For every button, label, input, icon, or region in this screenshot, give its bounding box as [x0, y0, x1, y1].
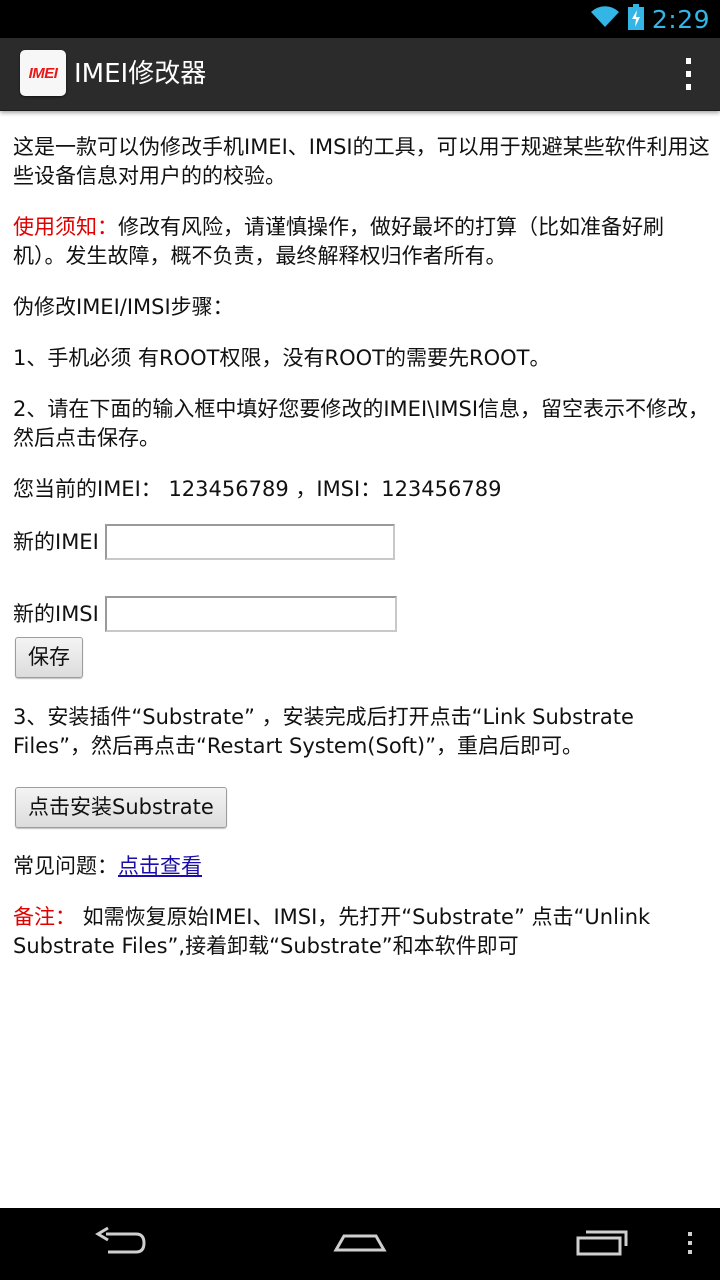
notice-label: 使用须知：	[13, 215, 118, 239]
new-imsi-input[interactable]	[104, 596, 397, 632]
remark-text: 如需恢复原始IMEI、IMSI，先打开“Substrate” 点击“Unlink…	[13, 905, 651, 958]
remark-label: 备注：	[13, 905, 76, 929]
wifi-icon	[590, 5, 620, 33]
status-time: 2:29	[651, 4, 710, 34]
overflow-dot	[685, 84, 691, 90]
faq-link[interactable]: 点击查看	[118, 854, 202, 878]
overflow-dot	[685, 58, 691, 64]
new-imei-row: 新的IMEI	[13, 522, 713, 562]
web-content: 这是一款可以伪修改手机IMEI、IMSI的工具，可以用于规避某些软件利用这些设备…	[13, 110, 713, 961]
new-imei-input[interactable]	[104, 524, 395, 560]
app-logo-text: IMEI	[28, 64, 58, 82]
menu-icon[interactable]	[684, 1224, 696, 1264]
current-info-text: 您当前的IMEI： 123456789 ，IMSI：123456789	[13, 477, 502, 501]
intro-text: 这是一款可以伪修改手机IMEI、IMSI的工具，可以用于规避某些软件利用这些设备…	[13, 135, 710, 188]
status-icons: 2:29	[590, 0, 710, 38]
steps-title: 伪修改IMEI/IMSI步骤：	[13, 295, 234, 319]
install-button-wrap: 点击安装Substrate	[15, 787, 713, 828]
navigation-bar	[0, 1208, 720, 1280]
remark-paragraph: 备注： 如需恢复原始IMEI、IMSI，先打开“Substrate” 点击“Un…	[13, 903, 713, 961]
overflow-dot	[685, 71, 691, 77]
home-icon[interactable]	[332, 1224, 388, 1264]
step-2-text: 2、请在下面的输入框中填好您要修改的IMEI\IMSI信息，留空表示不修改，然后…	[13, 397, 710, 450]
back-icon[interactable]	[92, 1224, 148, 1264]
new-imei-label: 新的IMEI	[13, 529, 99, 554]
faq-label: 常见问题：	[13, 854, 118, 878]
step-1-text: 1、手机必须 有ROOT权限，没有ROOT的需要先ROOT。	[13, 346, 551, 370]
overflow-menu-icon[interactable]	[684, 58, 692, 90]
install-substrate-button[interactable]: 点击安装Substrate	[15, 787, 227, 828]
notice-paragraph: 使用须知：修改有风险，请谨慎操作，做好最坏的打算（比如准备好刷机）。发生故障，概…	[13, 213, 713, 271]
battery-charging-icon	[627, 4, 644, 34]
status-bar: 2:29	[0, 0, 720, 38]
recent-apps-icon[interactable]	[574, 1224, 630, 1264]
app-logo[interactable]: IMEI	[20, 50, 66, 96]
save-button[interactable]: 保存	[15, 637, 83, 678]
new-imsi-label: 新的IMSI	[13, 601, 99, 626]
step-3-text: 3、安装插件“Substrate” ，安装完成后打开点击“Link Substr…	[13, 705, 634, 758]
save-button-wrap: 保存	[15, 637, 713, 678]
faq-paragraph: 常见问题：点击查看	[13, 852, 713, 881]
app-title: IMEI修改器	[74, 59, 207, 89]
new-imsi-row: 新的IMSI	[13, 594, 713, 634]
action-bar: IMEI IMEI修改器	[0, 38, 720, 111]
